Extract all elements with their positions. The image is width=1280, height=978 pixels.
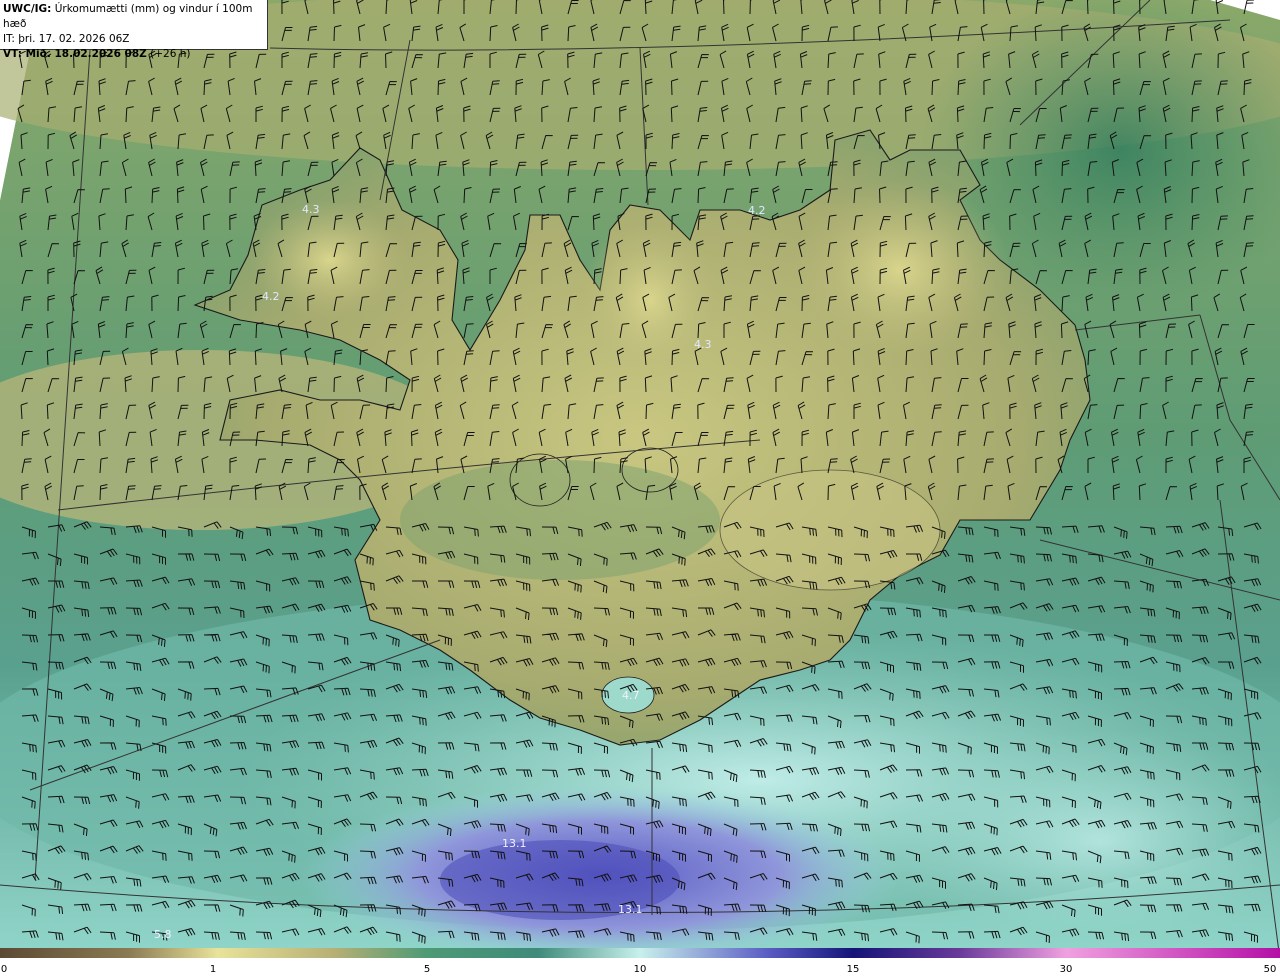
precipitation-map: 4.3 4.2 4.2 4.3 4.7 13.1 13.1 5.8 xyxy=(0,0,1280,948)
value-label: 13.1 xyxy=(618,903,643,916)
value-label: 4.2 xyxy=(748,204,766,217)
colorbar-tick: 1 xyxy=(209,964,217,975)
colorbar-scale xyxy=(0,948,1280,958)
map-header: UWC/IG: Úrkomumætti (mm) og vindur í 100… xyxy=(0,0,268,60)
value-label: 4.2 xyxy=(262,290,280,303)
value-label: 4.3 xyxy=(302,203,320,216)
colorbar-tick: 10 xyxy=(633,964,647,975)
colorbar-tick: 0 xyxy=(0,964,8,975)
issue-time: IT: þri. 17. 02. 2026 06Z xyxy=(3,33,130,45)
colorbar-tick: 50 xyxy=(1263,964,1277,975)
colorbar-tick: 5 xyxy=(423,964,431,975)
colorbar: 0 1 5 10 15 30 50 xyxy=(0,948,1280,978)
model-name: UWC/IG: xyxy=(3,3,52,15)
valid-time: VT: Mið. 18.02.2026 08Z xyxy=(3,48,147,60)
colorbar-tick: 30 xyxy=(1059,964,1073,975)
value-label: 5.8 xyxy=(154,928,172,941)
value-label: 13.1 xyxy=(502,837,527,850)
title-line: UWC/IG: Úrkomumætti (mm) og vindur í 100… xyxy=(3,2,264,32)
yellow-highland-northeast xyxy=(790,180,1010,360)
colorbar-tick: 15 xyxy=(846,964,860,975)
lowland-south xyxy=(400,460,720,580)
value-label: 4.3 xyxy=(694,338,712,351)
value-label: 4.7 xyxy=(622,689,640,702)
lead-time: (+26 h) xyxy=(146,48,191,60)
valid-time-line: VT: Mið. 18.02.2026 08Z (+26 h) xyxy=(3,47,264,62)
